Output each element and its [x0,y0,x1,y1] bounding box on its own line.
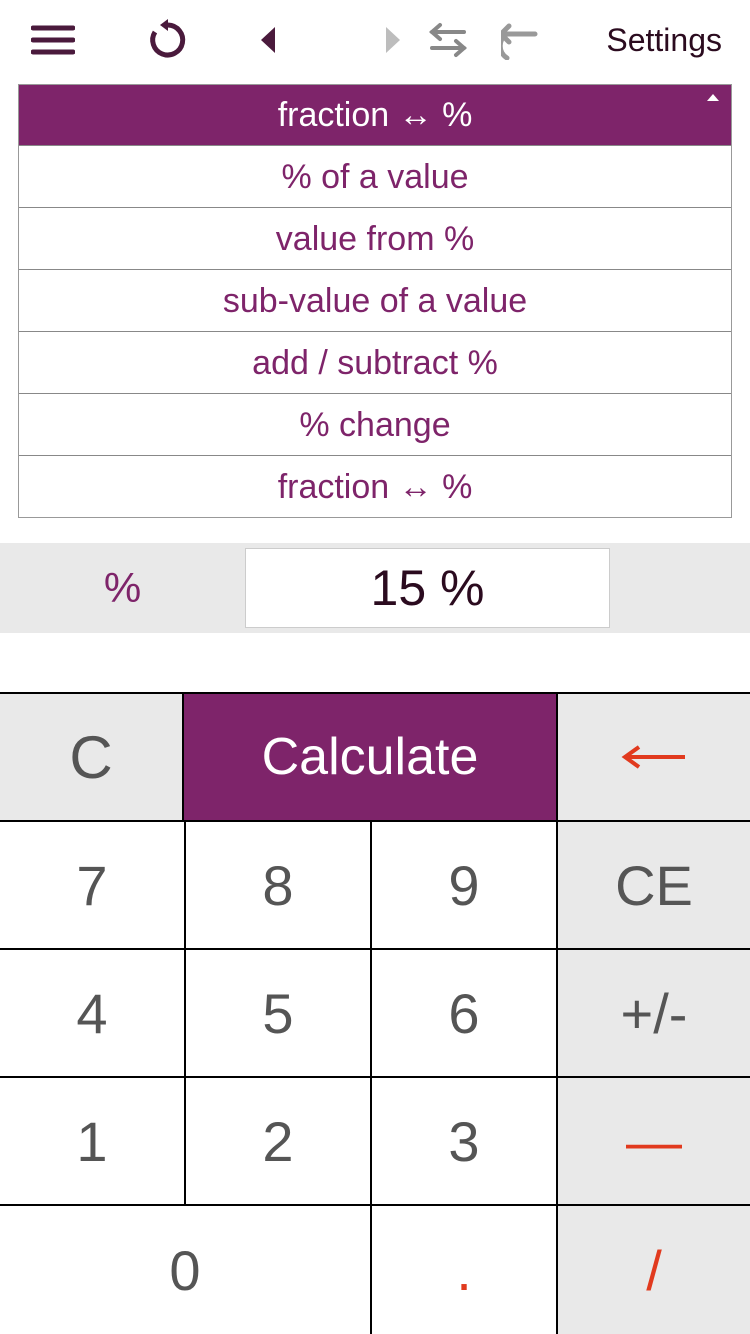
key-4[interactable]: 4 [0,950,186,1078]
dot-glyph: . [456,1238,472,1303]
minus-glyph: — [626,1109,682,1174]
settings-link[interactable]: Settings [606,22,730,59]
swap-icon[interactable] [415,22,480,58]
mode-item-fraction-percent[interactable]: fraction ↔ % [19,455,731,517]
key-slash[interactable]: / [558,1206,750,1334]
chevron-up-icon [705,91,721,103]
nav-left-icon[interactable] [235,25,300,55]
mode-item-subvalue[interactable]: sub-value of a value [19,269,731,331]
key-clear[interactable]: C [0,694,184,822]
mode-item-add-subtract[interactable]: add / subtract % [19,331,731,393]
input-row: % 15 % [0,543,750,633]
percent-input[interactable]: 15 % [245,548,610,628]
key-minus[interactable]: — [558,1078,750,1206]
mode-item-value-from-percent[interactable]: value from % [19,207,731,269]
key-8[interactable]: 8 [186,822,372,950]
mode-header-label: fraction ↔ % [278,96,473,134]
key-5[interactable]: 5 [186,950,372,1078]
slash-glyph: / [646,1238,662,1303]
toolbar: Settings [0,0,750,80]
menu-icon[interactable] [20,25,85,55]
key-sign[interactable]: +/- [558,950,750,1078]
key-3[interactable]: 3 [372,1078,558,1206]
undo-icon[interactable] [490,20,555,60]
input-label: % [0,564,245,612]
key-calculate[interactable]: Calculate [184,694,558,822]
mode-selected-header[interactable]: fraction ↔ % [19,85,731,145]
mode-item-percent-change[interactable]: % change [19,393,731,455]
key-dot[interactable]: . [372,1206,558,1334]
key-7[interactable]: 7 [0,822,186,950]
mode-item-percent-of-value[interactable]: % of a value [19,145,731,207]
refresh-icon[interactable] [135,19,200,61]
mode-dropdown: fraction ↔ % % of a value value from % s… [18,84,732,518]
keypad: C Calculate 7 8 9 CE 4 5 6 +/- 1 2 3 — 0… [0,692,750,1334]
key-backspace[interactable] [558,694,750,822]
key-9[interactable]: 9 [372,822,558,950]
key-1[interactable]: 1 [0,1078,186,1206]
key-6[interactable]: 6 [372,950,558,1078]
key-0[interactable]: 0 [0,1206,372,1334]
key-ce[interactable]: CE [558,822,750,950]
backspace-icon [619,745,689,769]
key-2[interactable]: 2 [186,1078,372,1206]
